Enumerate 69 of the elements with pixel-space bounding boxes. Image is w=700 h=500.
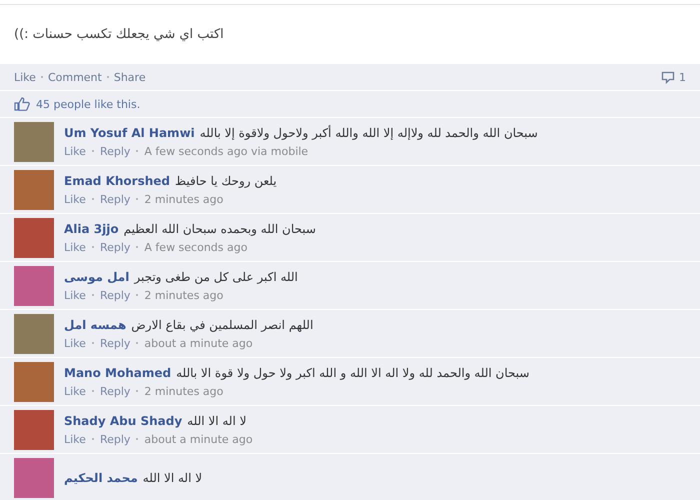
separator-dot (136, 198, 138, 200)
comment-action-link[interactable]: Reply (100, 240, 130, 254)
comment-action-link[interactable]: Reply (100, 432, 130, 446)
avatar-photo-placeholder (14, 458, 54, 498)
comment-action-link[interactable]: Like (64, 192, 86, 206)
commenter-name[interactable]: امل موسى (64, 270, 130, 284)
comment-time: A few seconds ago (144, 240, 248, 254)
comment-action-link[interactable]: Like (64, 384, 86, 398)
comment-time: A few seconds ago via mobile (144, 144, 308, 158)
likes-text: 45 people like this. (36, 98, 140, 110)
comment-text: سبحان الله وبحمده سبحان الله العظيم (124, 222, 316, 236)
comment-action-link[interactable]: Reply (100, 336, 130, 350)
commenter-name[interactable]: Shady Abu Shady (64, 414, 182, 428)
comment-text: يلعن روحك يا حافيظ (174, 174, 277, 188)
commenter-name[interactable]: همسه امل (64, 318, 126, 332)
comment-text: اللهم انصر المسلمين في بقاع الارض (131, 318, 314, 332)
avatar-photo-placeholder (14, 266, 54, 306)
commenter-name[interactable]: محمد الحكيم (64, 470, 138, 484)
comment-action-link[interactable]: Reply (100, 192, 130, 206)
commenter-name[interactable]: Alia 3jjo (64, 222, 119, 236)
avatar-photo-placeholder (14, 122, 54, 162)
separator-dot (136, 390, 138, 392)
comment-action-link[interactable]: Reply (100, 144, 130, 158)
avatar-photo-placeholder (14, 314, 54, 354)
avatar-photo-placeholder (14, 362, 54, 402)
separator-dot (92, 294, 94, 296)
comment-time: 2 minutes ago (144, 384, 224, 398)
separator-dot (92, 342, 94, 344)
action-link[interactable]: Comment (48, 70, 102, 84)
comment-action-link[interactable]: Reply (100, 288, 130, 302)
separator-dot (92, 246, 94, 248)
separator-dot (92, 150, 94, 152)
comment-text: الله اكبر على كل من طغى وتجبر (134, 270, 298, 284)
separator-dot (136, 294, 138, 296)
avatar-photo-placeholder (14, 218, 54, 258)
comment-time: about a minute ago (144, 432, 253, 446)
comment-icon (661, 70, 675, 84)
comment-action-link[interactable]: Like (64, 288, 86, 302)
comment-text: لا اله الا الله (187, 414, 246, 428)
commenter-name[interactable]: Mano Mohamed (64, 366, 172, 380)
comment-text: لا اله الا الله (142, 470, 202, 484)
comment-action-link[interactable]: Like (64, 432, 86, 446)
post-text: اكتب اي شي يجعلك تكسب حسنات :)) (14, 27, 224, 42)
comment-text: سبحان الله والحمد لله ولا اله الا الله و الله اكبر ولا حول ولا قوة الا بالله (176, 366, 530, 380)
separator-dot (92, 438, 94, 440)
separator-dot (92, 390, 94, 392)
separator-dot (40, 76, 43, 78)
separator-dot (136, 342, 138, 344)
comment-text: سبحان الله والحمد لله ولاإله إلا الله والله أكبر ولاحول ولاقوة إلا بالله (200, 126, 538, 140)
comment-time: 2 minutes ago (144, 192, 224, 206)
separator-dot (136, 438, 138, 440)
comment-action-link[interactable]: Reply (100, 384, 130, 398)
comment-time: about a minute ago (144, 336, 253, 350)
comment-count: 1 (679, 70, 686, 84)
separator-dot (136, 246, 138, 248)
thumbs-up-icon (14, 97, 30, 111)
commenter-name[interactable]: Um Yosuf Al Hamwi (64, 126, 195, 140)
separator-dot (106, 76, 109, 78)
action-link[interactable]: Share (114, 70, 146, 84)
commenter-name[interactable]: Emad Khorshed (64, 174, 170, 188)
avatar-photo-placeholder (14, 170, 54, 210)
avatar-photo-placeholder (14, 410, 54, 450)
comment-action-link[interactable]: Like (64, 336, 86, 350)
separator-dot (92, 198, 94, 200)
separator-dot (136, 150, 138, 152)
action-link[interactable]: Like (14, 70, 36, 84)
comment-action-link[interactable]: Like (64, 240, 86, 254)
comment-action-link[interactable]: Like (64, 144, 86, 158)
comment-time: 2 minutes ago (144, 288, 224, 302)
